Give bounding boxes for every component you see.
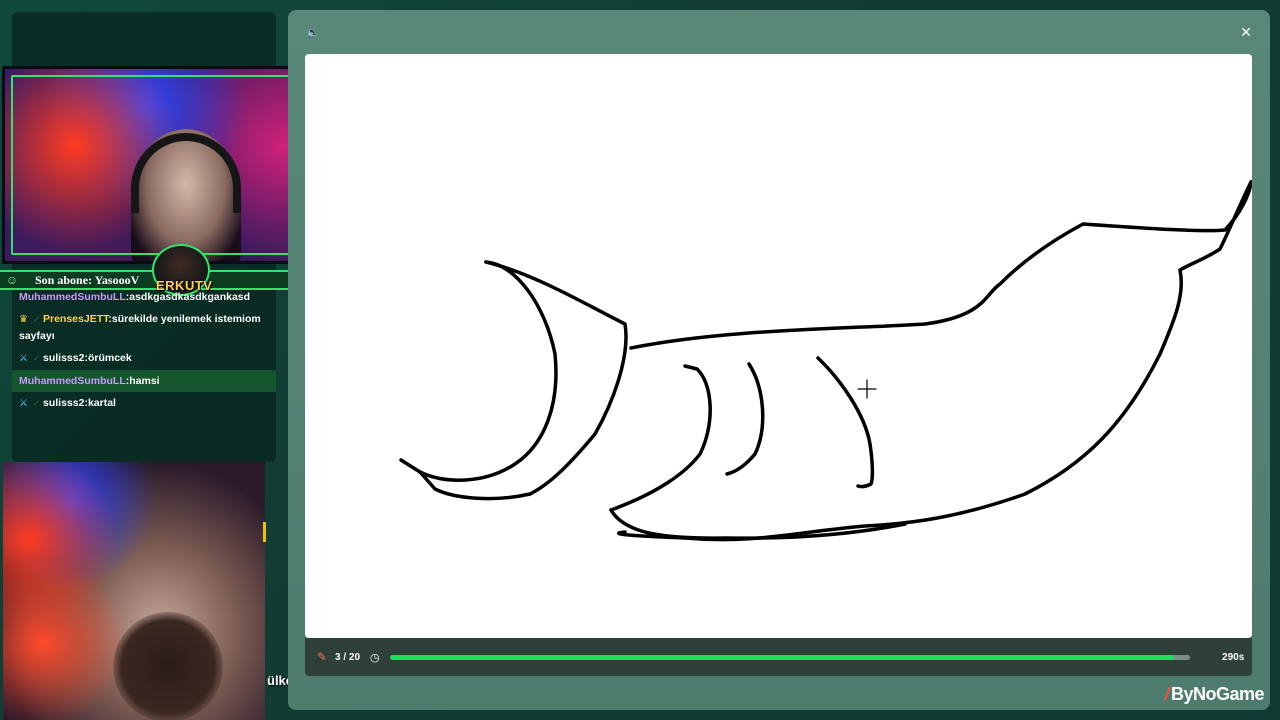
overlay-marker (263, 522, 266, 542)
time-progress-fill (390, 654, 1175, 660)
crown-icon: ♛ (19, 314, 28, 325)
crosshair-cursor (857, 379, 877, 399)
sword-icon: ⚔ (19, 398, 28, 409)
chat-message: ♛ ✓ PrensesJETT:sürekilde yenilemek istemi… (12, 308, 276, 347)
chat-username[interactable]: MuhammedSumbuLL (19, 375, 126, 387)
check-icon: ✓ (33, 314, 41, 324)
speaker-icon[interactable]: 🔈 (306, 26, 320, 40)
brand-name: ByNoGame (1170, 684, 1265, 704)
chat-username[interactable]: sulisss2 (43, 352, 84, 364)
round-counter: 3 / 20 (335, 651, 361, 663)
chat-list: MuhammedSumbuLL:asdkgasdkasdkgankasd ♛ ✓ Pr… (12, 286, 276, 415)
brand-logo: / ByNoGame (1164, 684, 1264, 705)
close-icon[interactable]: ✕ (1238, 24, 1254, 40)
stroke-rib-2 (816, 356, 875, 489)
streamer-face (113, 612, 223, 720)
chat-text: :hamsi (125, 375, 160, 387)
chat-message: MuhammedSumbuLL:hamsi (12, 370, 276, 392)
chat-text: :asdkgasdkasdkgankasd (125, 291, 251, 303)
time-progress-bar (390, 654, 1191, 660)
drawing-strokes (399, 180, 1252, 542)
time-left: 290s (1222, 651, 1245, 663)
stroke-claw-inner (399, 260, 558, 482)
brand-slash-icon: / (1164, 684, 1169, 704)
stroke-body-bottom (609, 508, 907, 540)
sword-icon: ⚔ (19, 353, 28, 364)
stroke-body-front (609, 364, 712, 512)
stroke-rib-1 (725, 362, 765, 476)
game-status-bar: ✎ 3 / 20 ◷ 290s (305, 638, 1252, 676)
check-icon: ✓ (33, 398, 41, 408)
stroke-body-end (617, 180, 1252, 542)
stroke-claw-outer (418, 260, 628, 501)
stroke-body-top (629, 180, 1252, 350)
pencil-icon: ✎ (317, 650, 328, 664)
chat-message: ⚔ ✓ sulisss2:örümcek (12, 347, 276, 370)
chat-username[interactable]: sulisss2 (43, 397, 84, 409)
chat-message: MuhammedSumbuLL:asdkgasdkasdkgankasd (12, 286, 276, 308)
chat-username[interactable]: PrensesJETT (43, 313, 108, 325)
drawing-game-modal: 🔈 ✕ ✎ 3 / 20 ◷ 290s (288, 10, 1270, 710)
drawing-canvas[interactable] (305, 54, 1252, 638)
chat-text: :kartal (84, 397, 116, 409)
chat-username[interactable]: MuhammedSumbuLL (19, 291, 126, 303)
timer-icon: ◷ (370, 651, 380, 664)
chat-message: ⚔ ✓ sulisss2:kartal (12, 392, 276, 415)
chat-text: :örümcek (84, 352, 132, 364)
check-icon: ✓ (33, 353, 41, 363)
streamer-webcam-bottom (3, 462, 265, 720)
